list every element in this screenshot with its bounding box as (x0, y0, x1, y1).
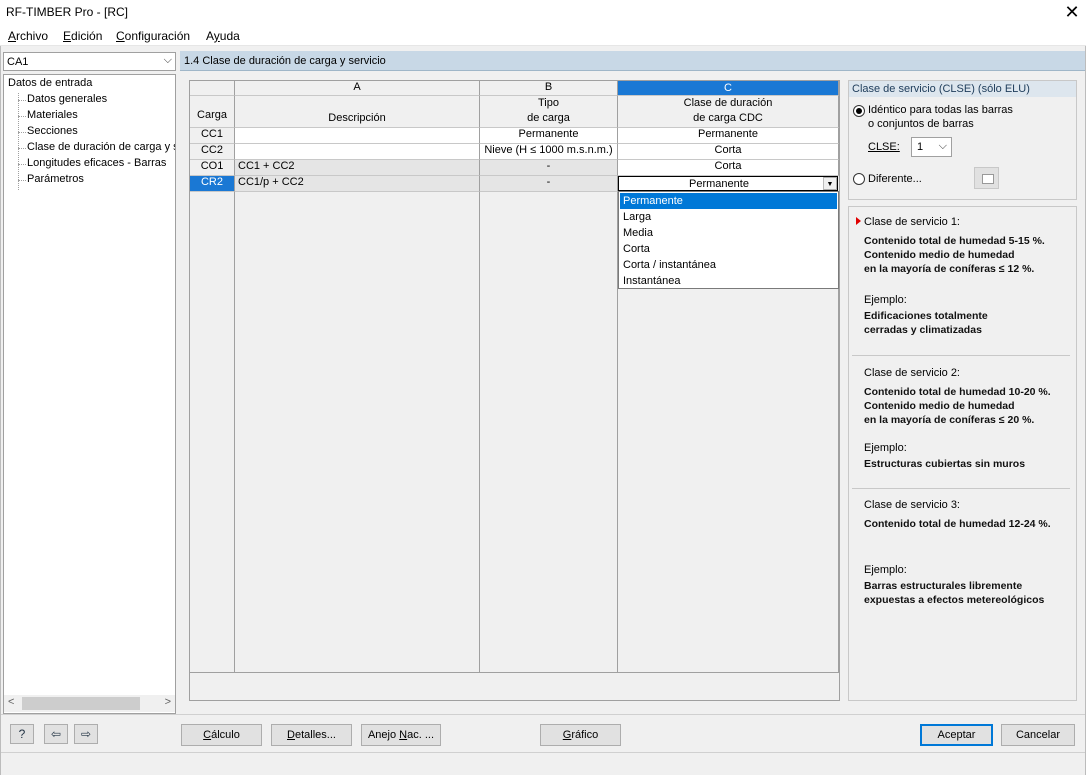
chevron-down-icon: ⌵ (938, 140, 947, 152)
load-case-combo[interactable]: CA1 ⌵ (3, 52, 176, 71)
cell-desc[interactable] (235, 144, 480, 160)
cell-type[interactable]: - (480, 160, 618, 176)
tree-item-datos-generales[interactable]: Datos generales (27, 93, 107, 105)
row-header-carga: Carga (190, 96, 235, 128)
scroll-right-icon[interactable]: > (165, 696, 171, 708)
tree-horizontal-scrollbar[interactable]: < > (4, 695, 175, 712)
help-icon[interactable]: ? (10, 724, 34, 744)
clse-select[interactable]: 1 ⌵ (911, 137, 952, 157)
calculo-button[interactable]: Cálculo (181, 724, 262, 746)
divider (852, 355, 1070, 356)
col-letter-a[interactable]: A (235, 81, 480, 96)
empty-row-header-column (190, 192, 235, 672)
status-bar (1, 752, 1085, 775)
anejo-nacional-button[interactable]: Anejo Nac. ... (361, 724, 441, 746)
cell-type[interactable]: - (480, 176, 618, 192)
radio-identical-label-1: Idéntico para todas las barras (868, 104, 1013, 116)
dropdown-option[interactable]: Larga (620, 209, 837, 225)
service-class-panel: Clase de servicio (CLSE) (sólo ELU) Idén… (848, 80, 1077, 200)
col-header-tipo: Tipo de carga (480, 96, 618, 128)
load-case-value: CA1 (7, 56, 29, 68)
bottom-divider (1, 714, 1085, 715)
next-icon[interactable]: ⇨ (74, 724, 98, 744)
aceptar-button[interactable]: Aceptar (920, 724, 993, 746)
dropdown-option[interactable]: Corta / instantánea (620, 257, 837, 273)
cdc-dropdown[interactable]: Permanente ▼ (618, 176, 838, 191)
cell-cdc[interactable]: Corta (618, 160, 839, 176)
scrollbar-thumb[interactable] (22, 697, 140, 710)
previous-icon[interactable]: ⇦ (44, 724, 68, 744)
table-footer (190, 672, 839, 700)
section-title: 1.4 Clase de duración de carga y servici… (184, 55, 386, 67)
menu-ayuda[interactable]: Ayuda (206, 29, 240, 43)
col-header-clase-duracion: Clase de duración de carga CDC (618, 96, 839, 128)
tree-item-materiales[interactable]: Materiales (27, 109, 78, 121)
dropdown-arrow-icon[interactable]: ▼ (823, 177, 837, 190)
clse-label: CLSE: (868, 141, 900, 153)
chevron-down-icon: ⌵ (163, 54, 172, 66)
menu-configuracion[interactable]: Configuración (116, 29, 190, 43)
corner-cell (190, 81, 235, 96)
radio-identical[interactable] (853, 105, 865, 117)
window-title: RF-TIMBER Pro - [RC] (6, 5, 128, 19)
menu-edicion[interactable]: Edición (63, 29, 102, 43)
radio-different-label: Diferente... (868, 173, 922, 185)
col-header-descripcion: Descripción (235, 96, 480, 128)
col-letter-c[interactable]: C (618, 81, 839, 96)
dropdown-option[interactable]: Permanente (620, 193, 837, 209)
cell-type[interactable]: Nieve (H ≤ 1000 m.s.n.m.) (480, 144, 618, 160)
edit-icon[interactable] (974, 167, 999, 189)
row-id[interactable]: CC1 (190, 128, 235, 144)
radio-different[interactable] (853, 173, 865, 185)
row-id[interactable]: CO1 (190, 160, 235, 176)
menu-archivo[interactable]: Archivo (8, 29, 48, 43)
row-id-selected[interactable]: CR2 (190, 176, 235, 192)
grafico-button[interactable]: Gráfico (540, 724, 621, 746)
row-id[interactable]: CC2 (190, 144, 235, 160)
navigation-tree: Datos de entrada Datos generales Materia… (3, 74, 176, 714)
dropdown-option[interactable]: Corta (620, 241, 837, 257)
dropdown-option[interactable]: Media (620, 225, 837, 241)
load-duration-table: A B C Carga Descripción Tipo de carga Cl… (189, 80, 840, 701)
tree-item-secciones[interactable]: Secciones (27, 125, 78, 137)
tree-item-clase-duracion[interactable]: Clase de duración de carga y se (27, 141, 175, 153)
cell-desc[interactable]: CC1/p + CC2 (235, 176, 480, 192)
service-class-header: Clase de servicio (CLSE) (sólo ELU) (849, 81, 1076, 97)
tree-root-datos-entrada[interactable]: Datos de entrada (8, 77, 92, 89)
divider (852, 488, 1070, 489)
cell-desc[interactable]: CC1 + CC2 (235, 160, 480, 176)
info-title: Clase de servicio 2: (864, 367, 960, 379)
cell-desc[interactable] (235, 128, 480, 144)
clse-value: 1 (917, 141, 924, 153)
empty-column-b (480, 192, 618, 672)
col-letter-b[interactable]: B (480, 81, 618, 96)
cell-cdc[interactable]: Corta (618, 144, 839, 160)
close-icon[interactable]: ✕ (1058, 1, 1086, 25)
cancelar-button[interactable]: Cancelar (1001, 724, 1075, 746)
current-marker-icon (856, 217, 861, 225)
tree-item-longitudes-eficaces[interactable]: Longitudes eficaces - Barras (27, 157, 166, 169)
service-class-info-panel: Clase de servicio 1: Contenido total de … (848, 206, 1077, 701)
detalles-button[interactable]: Detalles... (271, 724, 352, 746)
tree-item-parametros[interactable]: Parámetros (27, 173, 84, 185)
scroll-left-icon[interactable]: < (8, 696, 14, 708)
cdc-dropdown-list[interactable]: Permanente Larga Media Corta Corta / ins… (618, 191, 839, 289)
empty-column-a (235, 192, 480, 672)
info-title: Clase de servicio 1: (864, 216, 960, 228)
section-header: 1.4 Clase de duración de carga y servici… (180, 51, 1085, 71)
info-title: Clase de servicio 3: (864, 499, 960, 511)
tree-line (18, 93, 19, 190)
radio-identical-label-2: o conjuntos de barras (868, 118, 974, 130)
cell-type[interactable]: Permanente (480, 128, 618, 144)
dropdown-option[interactable]: Instantánea (620, 273, 837, 289)
cdc-dropdown-value: Permanente (689, 178, 749, 190)
cell-cdc[interactable]: Permanente (618, 128, 839, 144)
title-bar: RF-TIMBER Pro - [RC] ✕ (0, 0, 1086, 26)
menu-bar: Archivo Edición Configuración Ayuda (0, 26, 1086, 46)
